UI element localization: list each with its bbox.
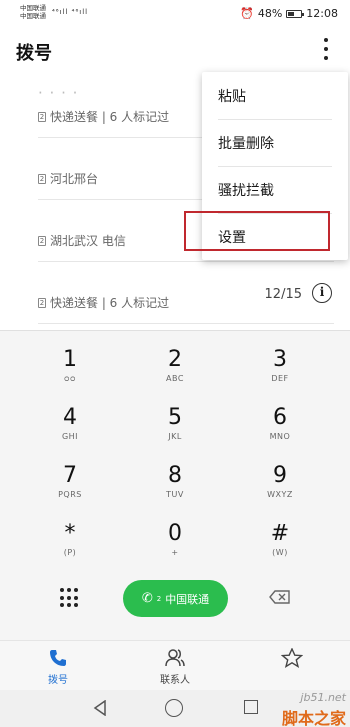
signal-icon: ⁴⁶ıll ⁴⁶ıll xyxy=(52,8,89,16)
more-options-icon[interactable] xyxy=(322,38,330,60)
nav-tab-contacts[interactable]: 联系人 xyxy=(145,647,205,686)
key-9[interactable]: 9 WXYZ xyxy=(230,457,330,515)
key-0[interactable]: 0 + xyxy=(125,515,225,573)
app-header: 拨号 xyxy=(0,28,350,72)
key-2[interactable]: 2 ABC xyxy=(125,341,225,399)
call-subtitle: 2 快递送餐 | 6 人标记过 xyxy=(38,296,170,310)
key-6[interactable]: 6 MNO xyxy=(230,399,330,457)
battery-icon xyxy=(286,9,305,18)
battery-percent: 48% xyxy=(257,7,283,20)
bottom-nav: 拨号 联系人 xyxy=(0,640,350,690)
alarm-icon: ⏰ xyxy=(240,7,254,20)
key-star[interactable]: * (P) xyxy=(20,515,120,573)
call-carrier-label: 中国联通 xyxy=(165,592,210,606)
backspace-icon[interactable] xyxy=(269,590,291,604)
key-1[interactable]: 1 ᴑᴑ xyxy=(20,341,120,399)
call-button[interactable]: ✆ 2 中国联通 xyxy=(123,580,228,617)
carrier-1: 中国联通 xyxy=(20,4,46,12)
call-subtitle: 2 快递送餐 | 6 人标记过 xyxy=(38,110,170,124)
call-log-row[interactable]: 2 快递送餐 | 6 人标记过 12/15 i xyxy=(38,262,334,324)
phone-icon xyxy=(28,647,88,669)
contacts-icon xyxy=(145,647,205,669)
recent-apps-icon[interactable] xyxy=(244,700,258,714)
home-icon[interactable] xyxy=(165,699,183,717)
menu-item-harassment-block[interactable]: 骚扰拦截 xyxy=(202,166,348,213)
dialpad-actions: ✆ 2 中国联通 xyxy=(0,580,350,640)
call-number: · · · · xyxy=(38,84,79,102)
call-subtitle: 2 河北邢台 xyxy=(38,172,99,186)
sim-icon: 2 xyxy=(38,173,46,184)
sim-icon: 2 xyxy=(38,235,46,246)
key-5[interactable]: 5 JKL xyxy=(125,399,225,457)
dialpad-toggle-icon[interactable] xyxy=(60,588,80,608)
key-7[interactable]: 7 PQRS xyxy=(20,457,120,515)
info-icon[interactable]: i xyxy=(312,283,332,303)
page-title: 拨号 xyxy=(16,43,52,64)
phone-icon: ✆ xyxy=(141,591,153,606)
nav-tab-favorites[interactable] xyxy=(262,647,322,671)
key-8[interactable]: 8 TUV xyxy=(125,457,225,515)
call-subtitle: 2 湖北武汉 电信 xyxy=(38,234,126,248)
watermark: jb51.net 脚本之家 xyxy=(282,691,347,727)
annotation-highlight-box xyxy=(184,211,330,251)
menu-item-batch-delete[interactable]: 批量删除 xyxy=(202,119,348,166)
menu-item-paste[interactable]: 粘贴 xyxy=(202,72,348,119)
sim-icon: 2 xyxy=(38,111,46,122)
sim-number: 2 xyxy=(156,594,162,603)
clock: 12:08 xyxy=(306,7,338,20)
status-bar: 中国联通 中国联通 ⁴⁶ıll ⁴⁶ıll ⏰ 48% 12:08 xyxy=(0,0,350,28)
nav-tab-dialer[interactable]: 拨号 xyxy=(28,647,88,686)
carrier-2: 中国联通 xyxy=(20,12,46,20)
back-icon[interactable] xyxy=(93,699,107,720)
voicemail-icon: ᴑᴑ xyxy=(64,374,76,383)
carrier-names: 中国联通 中国联通 xyxy=(20,4,46,20)
star-icon xyxy=(262,647,322,669)
key-4[interactable]: 4 GHI xyxy=(20,399,120,457)
key-3[interactable]: 3 DEF xyxy=(230,341,330,399)
status-right: ⏰ 48% 12:08 xyxy=(240,7,338,20)
sim-icon: 2 xyxy=(38,297,46,308)
call-date: 12/15 xyxy=(264,287,302,302)
key-hash[interactable]: # (W) xyxy=(230,515,330,573)
